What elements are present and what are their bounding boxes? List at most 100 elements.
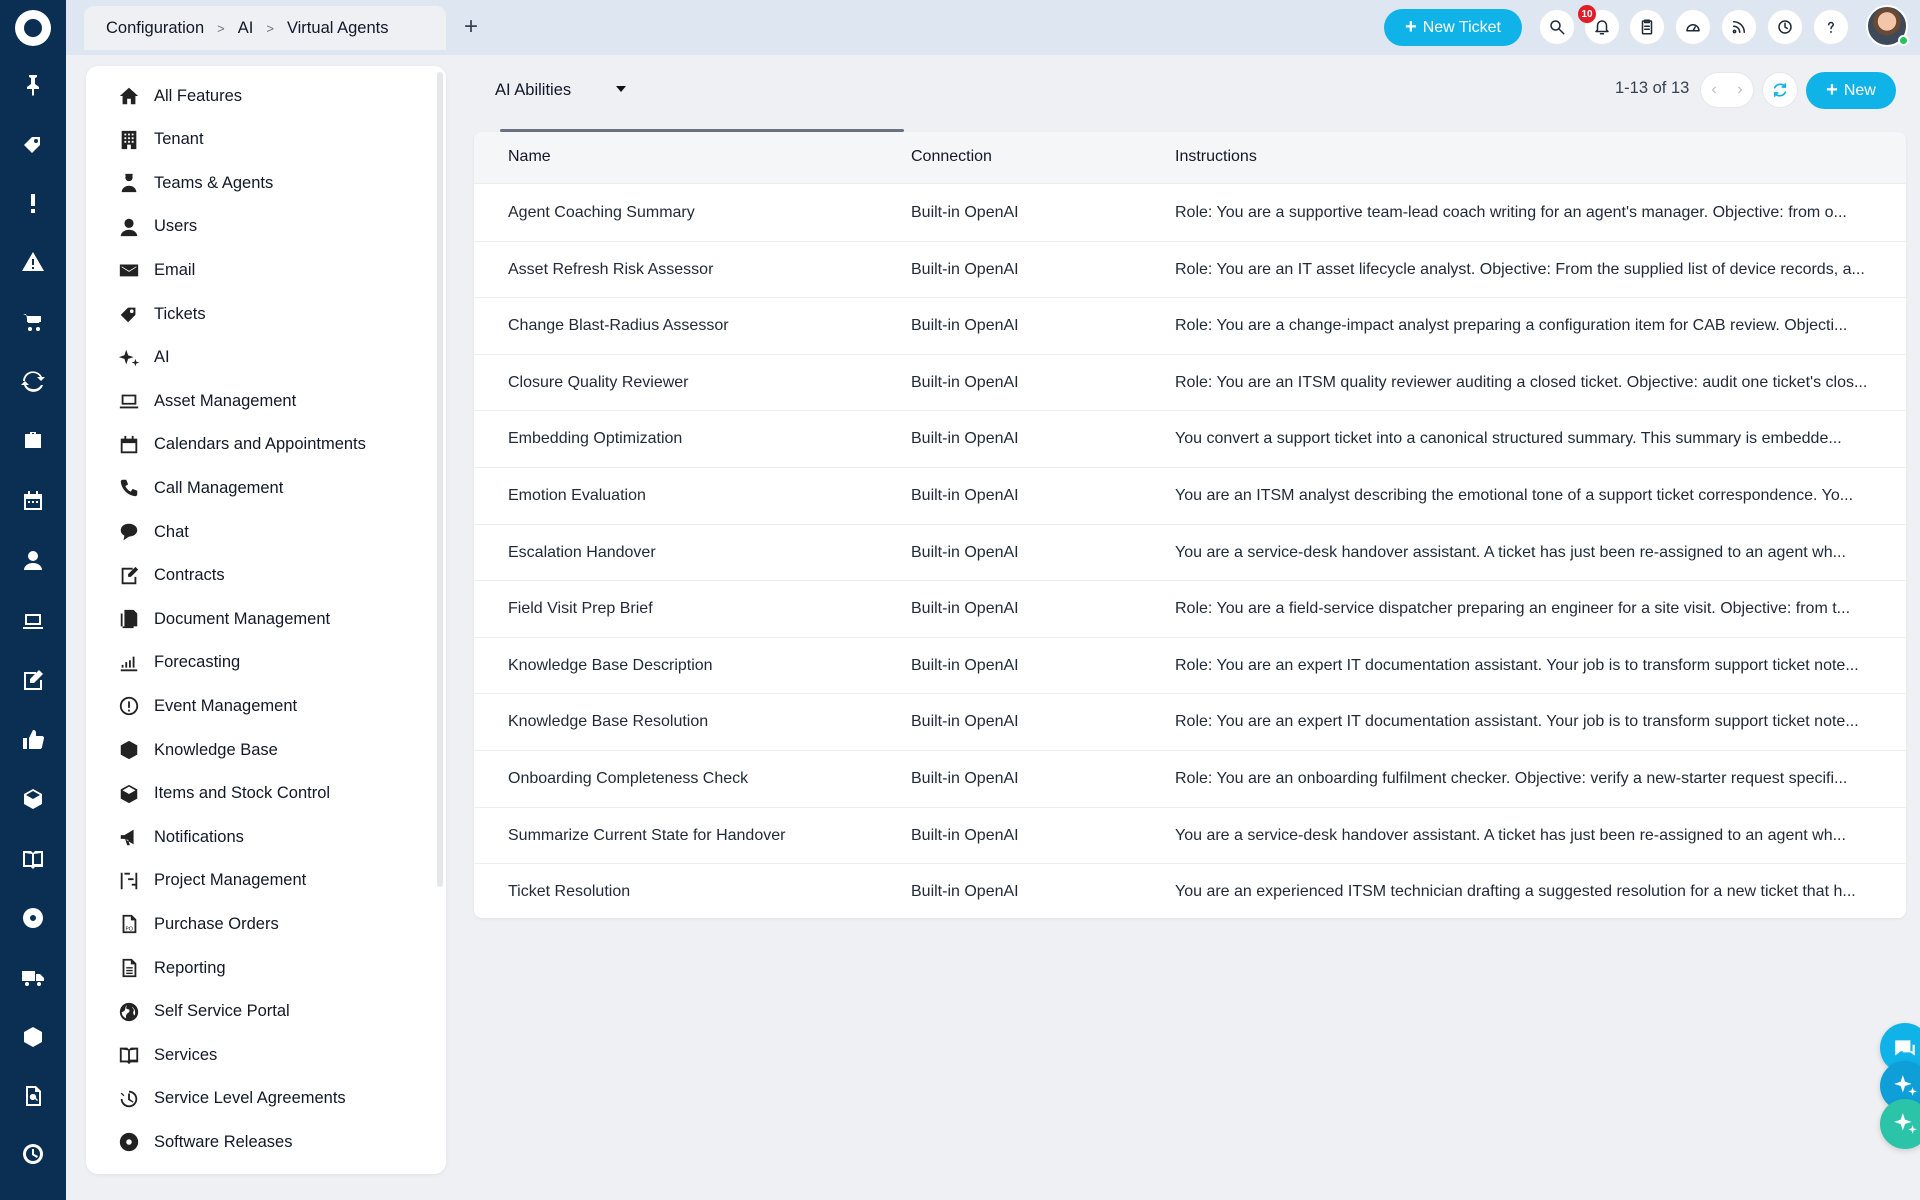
menu-item-tickets[interactable]: Tickets	[116, 299, 436, 329]
box-icon	[116, 781, 142, 807]
menu-item-document-management[interactable]: Document Management	[116, 604, 436, 634]
warning-icon[interactable]	[19, 248, 47, 276]
menu-item-notifications[interactable]: Notifications	[116, 822, 436, 852]
thumbs-up-icon[interactable]	[19, 726, 47, 754]
disc-icon[interactable]	[19, 904, 47, 932]
menu-item-label: AI	[154, 348, 170, 367]
history-button[interactable]	[1767, 9, 1803, 45]
menu-item-ai[interactable]: AI	[116, 343, 436, 373]
ability-type-select[interactable]: AI Abilities	[478, 66, 638, 114]
menu-item-tenant[interactable]: Tenant	[116, 125, 436, 155]
table-row[interactable]: Knowledge Base Resolution Built-in OpenAI…	[474, 694, 1906, 751]
menu-item-all-features[interactable]: All Features	[116, 81, 436, 111]
sparkles-icon	[1894, 1113, 1917, 1134]
notification-badge: 10	[1578, 5, 1596, 23]
menu-item-contracts[interactable]: Contracts	[116, 561, 436, 591]
agent-icon	[116, 170, 142, 196]
package-icon[interactable]	[19, 1023, 47, 1051]
box-icon[interactable]	[19, 785, 47, 813]
clipboard-icon	[1641, 19, 1653, 35]
alert-icon[interactable]	[19, 189, 47, 217]
refresh-button[interactable]	[1762, 72, 1798, 108]
abilities-table: Name Connection Instructions Agent Coach…	[474, 132, 1906, 918]
cell-connection: Built-in OpenAI	[911, 430, 1019, 448]
menu-item-email[interactable]: Email	[116, 255, 436, 285]
table-row[interactable]: Ticket Resolution Built-in OpenAI You are …	[474, 864, 1906, 918]
clipboard-button[interactable]	[1629, 9, 1665, 45]
chevron-left-icon[interactable]: ‹	[1711, 81, 1716, 99]
feed-button[interactable]	[1721, 9, 1757, 45]
report-icon	[116, 955, 142, 981]
sync-icon[interactable]	[19, 367, 47, 395]
cell-instructions: Role: You are a change-impact analyst pr…	[1175, 317, 1848, 335]
column-header-name[interactable]: Name	[508, 148, 551, 166]
menu-item-purchase-orders[interactable]: PO Purchase Orders	[116, 909, 436, 939]
menu-item-users[interactable]: Users	[116, 212, 436, 242]
breadcrumb-item[interactable]: AI	[238, 19, 254, 38]
laptop-icon[interactable]	[19, 607, 47, 635]
table-row[interactable]: Embedding Optimization Built-in OpenAI You…	[474, 411, 1906, 468]
menu-item-software-releases[interactable]: Software Releases	[116, 1127, 436, 1157]
edit-icon[interactable]	[19, 666, 47, 694]
menu-item-event-management[interactable]: Event Management	[116, 691, 436, 721]
table-row[interactable]: Emotion Evaluation Built-in OpenAI You are…	[474, 468, 1906, 525]
globe-icon	[116, 999, 142, 1025]
menu-item-teams-agents[interactable]: Teams & Agents	[116, 168, 436, 198]
truck-icon[interactable]	[19, 964, 47, 992]
help-button[interactable]	[1813, 9, 1849, 45]
column-header-instructions[interactable]: Instructions	[1175, 148, 1895, 166]
column-header-connection[interactable]: Connection	[911, 148, 992, 166]
ai-suggest-fab[interactable]	[1880, 1099, 1920, 1149]
menu-item-items-and-stock-control[interactable]: Items and Stock Control	[116, 779, 436, 809]
plus-icon: +	[1405, 16, 1417, 38]
menu-item-call-management[interactable]: Call Management	[116, 473, 436, 503]
calendar-icon[interactable]	[19, 487, 47, 515]
menu-item-knowledge-base[interactable]: Knowledge Base	[116, 735, 436, 765]
menu-item-self-service-portal[interactable]: Self Service Portal	[116, 997, 436, 1027]
file-search-icon[interactable]	[19, 1082, 47, 1110]
table-row[interactable]: Onboarding Completeness Check Built-in Op…	[474, 751, 1906, 808]
table-row[interactable]: Escalation Handover Built-in OpenAI You ar…	[474, 525, 1906, 582]
menu-item-services[interactable]: Services	[116, 1040, 436, 1070]
breadcrumb-item[interactable]: Configuration	[106, 19, 204, 38]
menu-scrollbar[interactable]	[437, 72, 443, 887]
menu-item-calendars-and-appointments[interactable]: Calendars and Appointments	[116, 430, 436, 460]
cell-name: Change Blast-Radius Assessor	[508, 317, 729, 335]
user-icon[interactable]	[19, 546, 47, 574]
menu-item-chat[interactable]: Chat	[116, 517, 436, 547]
dashboard-button[interactable]	[1675, 9, 1711, 45]
add-tab-icon[interactable]: +	[464, 12, 478, 42]
menu-item-label: Users	[154, 217, 198, 236]
menu-item-label: Contracts	[154, 566, 225, 585]
chevron-right-icon[interactable]: ›	[1737, 81, 1742, 99]
tag-icon[interactable]	[19, 130, 47, 158]
table-row[interactable]: Summarize Current State for Handover Buil…	[474, 808, 1906, 865]
breadcrumb-item[interactable]: Virtual Agents	[287, 19, 389, 38]
new-button[interactable]: + New	[1806, 72, 1896, 109]
table-row[interactable]: Field Visit Prep Brief Built-in OpenAI Rol…	[474, 581, 1906, 638]
knowledge-icon	[116, 737, 142, 763]
cart-icon[interactable]	[19, 308, 47, 336]
chart-icon	[116, 650, 142, 676]
table-row[interactable]: Asset Refresh Risk Assessor Built-in Open…	[474, 242, 1906, 299]
table-row[interactable]: Closure Quality Reviewer Built-in OpenAI R…	[474, 355, 1906, 412]
sparkles-icon	[1894, 1075, 1917, 1096]
menu-item-label: Call Management	[154, 478, 284, 497]
new-ticket-button[interactable]: + New Ticket	[1384, 9, 1522, 46]
menu-item-service-level-agreements[interactable]: Service Level Agreements	[116, 1084, 436, 1114]
menu-item-forecasting[interactable]: Forecasting	[116, 648, 436, 678]
menu-item-project-management[interactable]: Project Management	[116, 866, 436, 896]
book-icon[interactable]	[19, 845, 47, 873]
cell-instructions: You convert a support ticket into a cano…	[1175, 430, 1842, 448]
table-row[interactable]: Agent Coaching Summary Built-in OpenAI Rol…	[474, 185, 1906, 242]
table-row[interactable]: Change Blast-Radius Assessor Built-in Ope…	[474, 298, 1906, 355]
clock-icon[interactable]	[19, 1140, 47, 1168]
menu-item-asset-management[interactable]: Asset Management	[116, 386, 436, 416]
table-row[interactable]: Knowledge Base Description Built-in OpenA…	[474, 638, 1906, 695]
building-icon	[116, 127, 142, 153]
logo-icon[interactable]	[15, 10, 51, 46]
search-button[interactable]	[1539, 9, 1575, 45]
pin-icon[interactable]	[19, 71, 47, 99]
menu-item-reporting[interactable]: Reporting	[116, 953, 436, 983]
briefcase-icon[interactable]	[19, 426, 47, 454]
